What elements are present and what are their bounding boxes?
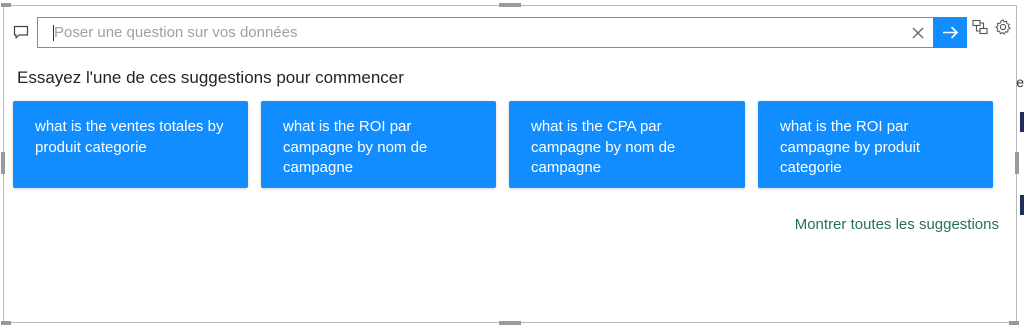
question-input[interactable] [54, 18, 894, 47]
background-report-bar [1020, 195, 1024, 215]
show-all-suggestions-link[interactable]: Montrer toutes les suggestions [795, 216, 999, 233]
resize-handle-bottom[interactable] [499, 321, 521, 325]
resize-handle-left[interactable] [1, 152, 5, 174]
convert-to-visual-icon[interactable] [971, 18, 989, 36]
close-icon[interactable] [910, 25, 926, 41]
gear-icon[interactable] [994, 18, 1012, 36]
suggestions-heading: Essayez l'une de ces suggestions pour co… [17, 68, 404, 87]
background-report-text: e [1016, 74, 1024, 90]
resize-handle-top[interactable] [499, 3, 521, 7]
qna-visual[interactable]: Essayez l'une de ces suggestions pour co… [1, 3, 1019, 325]
question-search-box[interactable] [37, 17, 967, 48]
resize-handle-right[interactable] [1015, 152, 1019, 174]
background-report-bar [1020, 112, 1024, 132]
suggestion-card[interactable]: what is the CPA par campagne by nom de c… [509, 101, 745, 188]
arrow-right-icon [943, 26, 959, 39]
resize-handle-bottom-right[interactable] [1009, 321, 1019, 325]
chat-bubble-icon[interactable] [12, 23, 30, 41]
resize-handle-bottom-left[interactable] [1, 321, 11, 325]
suggestion-card[interactable]: what is the ROI par campagne by produit … [758, 101, 993, 188]
submit-question-button[interactable] [933, 17, 967, 48]
suggestion-card[interactable]: what is the ventes totales by produit ca… [13, 101, 248, 188]
suggestion-card[interactable]: what is the ROI par campagne by nom de c… [261, 101, 496, 188]
resize-handle-top-left[interactable] [1, 3, 11, 7]
